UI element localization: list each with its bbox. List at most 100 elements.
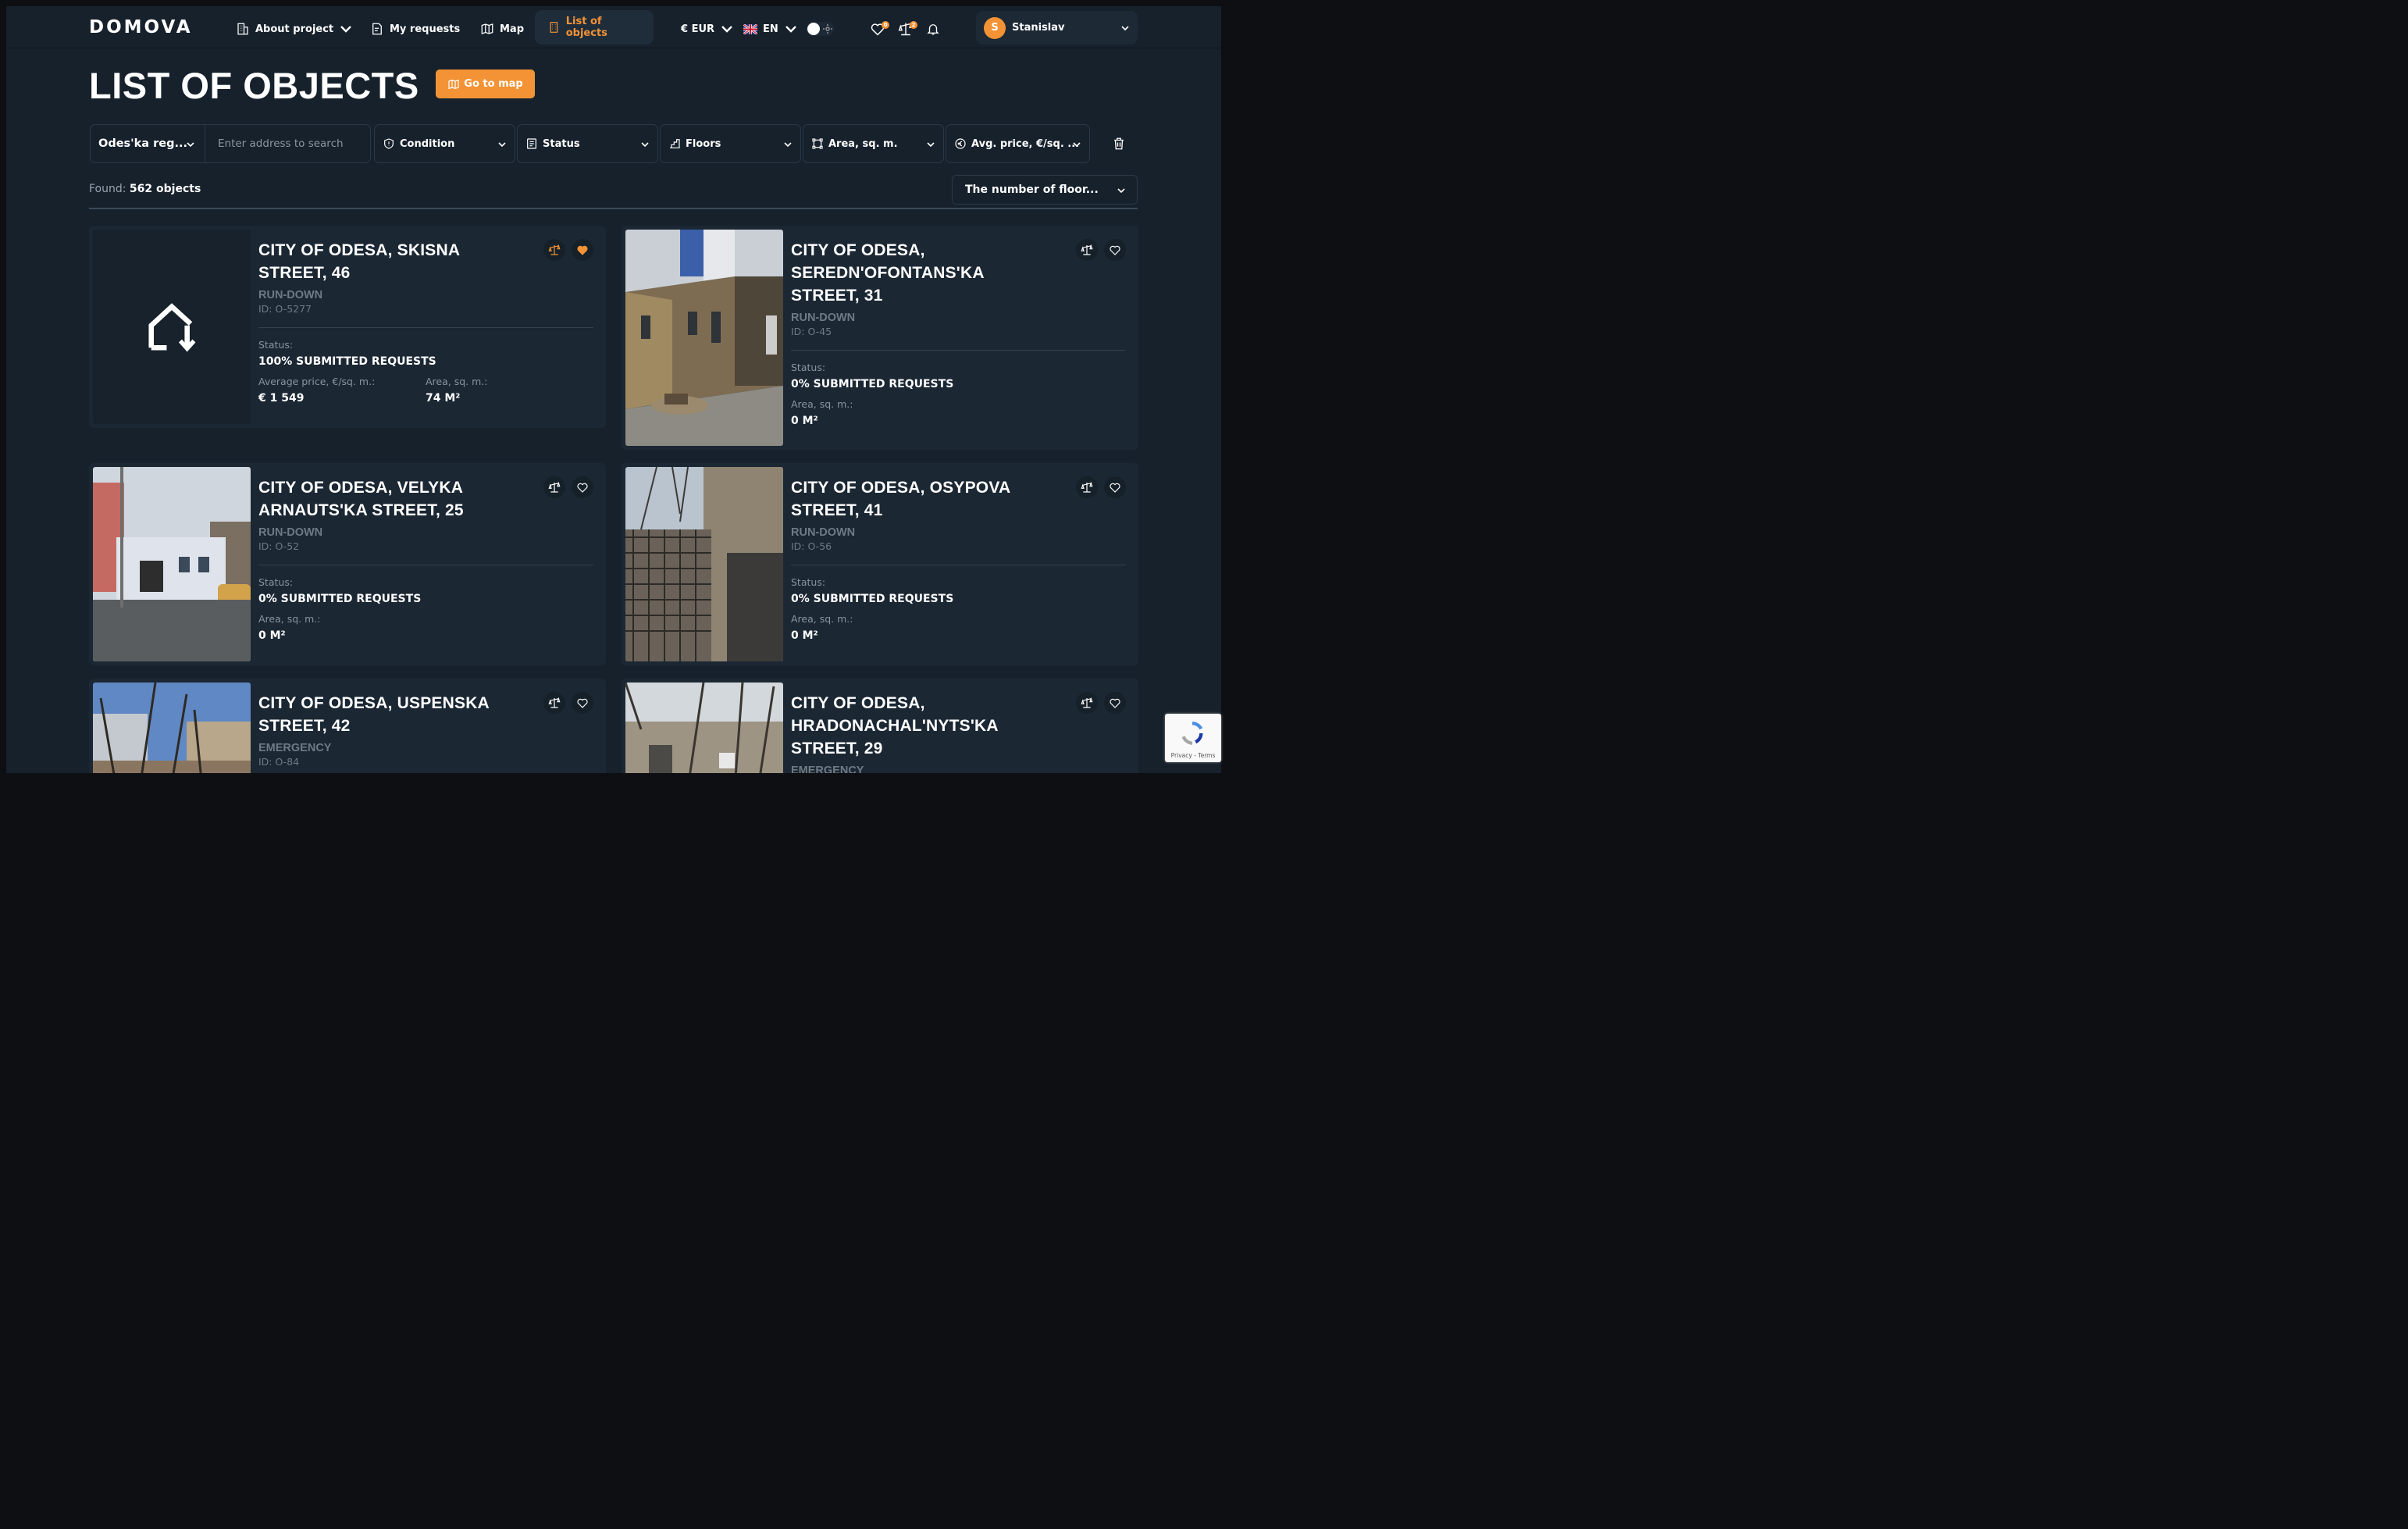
status-filter[interactable]: Status [517, 124, 658, 163]
object-card[interactable]: CITY OF ODESA, SEREDN'OFONTANS'KA STREET… [622, 226, 1138, 450]
favorite-button[interactable] [572, 476, 593, 498]
building-photo-image [93, 467, 251, 661]
recaptcha-badge[interactable]: Privacy - Terms [1165, 714, 1221, 762]
go-to-map-button[interactable]: Go to map [436, 70, 535, 98]
avatar: S [984, 16, 1006, 39]
found-label: Found: [89, 183, 126, 195]
favorite-button[interactable] [1104, 476, 1126, 498]
nav-list-of-objects[interactable]: List of objects [535, 10, 654, 45]
chevron-down-icon [785, 26, 796, 33]
language-value: EN [763, 23, 778, 35]
chevron-down-icon [927, 142, 935, 148]
placeholder-image [93, 230, 251, 424]
heart-icon [577, 483, 588, 493]
object-photo [625, 683, 783, 773]
go-to-map-label: Go to map [464, 78, 523, 90]
card-divider [791, 350, 1126, 351]
chevron-down-icon [721, 26, 732, 33]
language-select[interactable]: EN [743, 14, 798, 44]
avg-price-label: Avg. price, €/sq. ... [971, 137, 1080, 150]
map-icon [481, 23, 493, 34]
object-photo [625, 467, 783, 661]
building-icon [550, 22, 558, 33]
uk-flag-icon [743, 23, 757, 34]
sort-select[interactable]: The number of floor... [952, 175, 1138, 205]
building-photo-image [625, 230, 783, 446]
area-label: Area, sq. m.: [791, 398, 853, 410]
compare-button[interactable] [1076, 239, 1098, 261]
object-photo [625, 230, 783, 446]
scales-icon [1081, 481, 1093, 493]
chevron-down-icon [1073, 142, 1081, 148]
heart-icon [1110, 698, 1120, 708]
card-condition: RUN-DOWN [791, 312, 856, 324]
compare-button[interactable]: 2 [898, 14, 917, 44]
compare-button[interactable] [1076, 692, 1098, 714]
card-id: ID: O-45 [791, 326, 832, 337]
user-menu[interactable]: S Stanislav [976, 11, 1138, 45]
card-condition: EMERGENCY [791, 764, 864, 773]
object-card[interactable]: CITY OF ODESA, VELYKA ARNAUTS'KA STREET,… [89, 463, 606, 665]
card-id: ID: O-84 [258, 756, 300, 768]
region-value: Odes'ka reg... [98, 137, 187, 150]
heart-filled-icon [577, 245, 588, 255]
currency-value: € EUR [681, 23, 715, 35]
theme-toggle-knob [806, 22, 834, 36]
status-label: Status: [791, 362, 826, 373]
euro-coin-icon [955, 138, 966, 149]
nav-map[interactable]: Map [480, 14, 524, 44]
object-card[interactable]: CITY OF ODESA, SKISNA STREET, 46 RUN-DOW… [89, 226, 606, 428]
status-label: Status: [258, 576, 294, 588]
chevron-down-icon [187, 142, 194, 148]
chevron-down-icon [340, 26, 351, 33]
sort-value: The number of floor... [965, 184, 1099, 196]
nav-my-requests[interactable]: My requests [370, 14, 460, 44]
region-select[interactable]: Odes'ka reg... [90, 124, 205, 163]
status-label: Status: [258, 339, 294, 351]
nav-about-project[interactable]: About project [236, 14, 353, 44]
condition-filter[interactable]: Condition [374, 124, 515, 163]
recaptcha-links[interactable]: Privacy - Terms [1165, 752, 1221, 759]
nav-map-label: Map [500, 23, 525, 35]
theme-toggle[interactable] [806, 14, 834, 44]
recaptcha-icon [1181, 722, 1203, 745]
avg-price-filter[interactable]: Avg. price, €/sq. ... [946, 124, 1090, 163]
compare-button[interactable] [543, 476, 565, 498]
chevron-down-icon [1121, 26, 1129, 31]
floors-filter[interactable]: Floors [660, 124, 801, 163]
card-condition: RUN-DOWN [258, 289, 323, 301]
building-photo-image [93, 683, 251, 773]
notifications-button[interactable] [926, 14, 940, 44]
nav-about-label: About project [255, 23, 334, 35]
compare-button[interactable] [543, 692, 565, 714]
domova-logo[interactable]: DOMOVA [89, 17, 193, 37]
domova-house-icon [148, 302, 196, 351]
card-condition: EMERGENCY [258, 742, 332, 754]
favorite-button[interactable] [1104, 692, 1126, 714]
area-label: Area, sq. m. [828, 137, 898, 150]
scales-icon [548, 244, 561, 255]
favorite-button[interactable] [572, 239, 593, 261]
compare-button[interactable] [543, 239, 565, 261]
address-search-input[interactable] [205, 124, 371, 163]
status-value: 0% SUBMITTED REQUESTS [258, 593, 422, 605]
card-id: ID: O-52 [258, 540, 300, 552]
object-card[interactable]: CITY OF ODESA, USPENSKA STREET, 42 EMERG… [89, 679, 606, 773]
compare-button[interactable] [1076, 476, 1098, 498]
stairs-icon [670, 139, 680, 148]
object-card[interactable]: CITY OF ODESA, OSYPOVA STREET, 41 RUN-DO… [622, 463, 1138, 665]
favorites-count-badge: 0 [882, 21, 889, 29]
favorite-button[interactable] [572, 692, 593, 714]
trash-icon[interactable] [1112, 136, 1126, 151]
filters-bar: Odes'ka reg... Condition Status Floors A… [90, 124, 1090, 163]
currency-select[interactable]: € EUR [681, 14, 734, 44]
favorites-button[interactable]: 0 [870, 14, 889, 44]
card-condition: RUN-DOWN [791, 526, 856, 539]
chevron-down-icon [784, 142, 792, 148]
object-card[interactable]: CITY OF ODESA, HRADONACHAL'NYTS'KA STREE… [622, 679, 1138, 773]
favorite-button[interactable] [1104, 239, 1126, 261]
card-divider [258, 327, 593, 328]
status-value: 0% SUBMITTED REQUESTS [791, 378, 954, 390]
area-filter[interactable]: Area, sq. m. [803, 124, 944, 163]
object-photo [93, 467, 251, 661]
